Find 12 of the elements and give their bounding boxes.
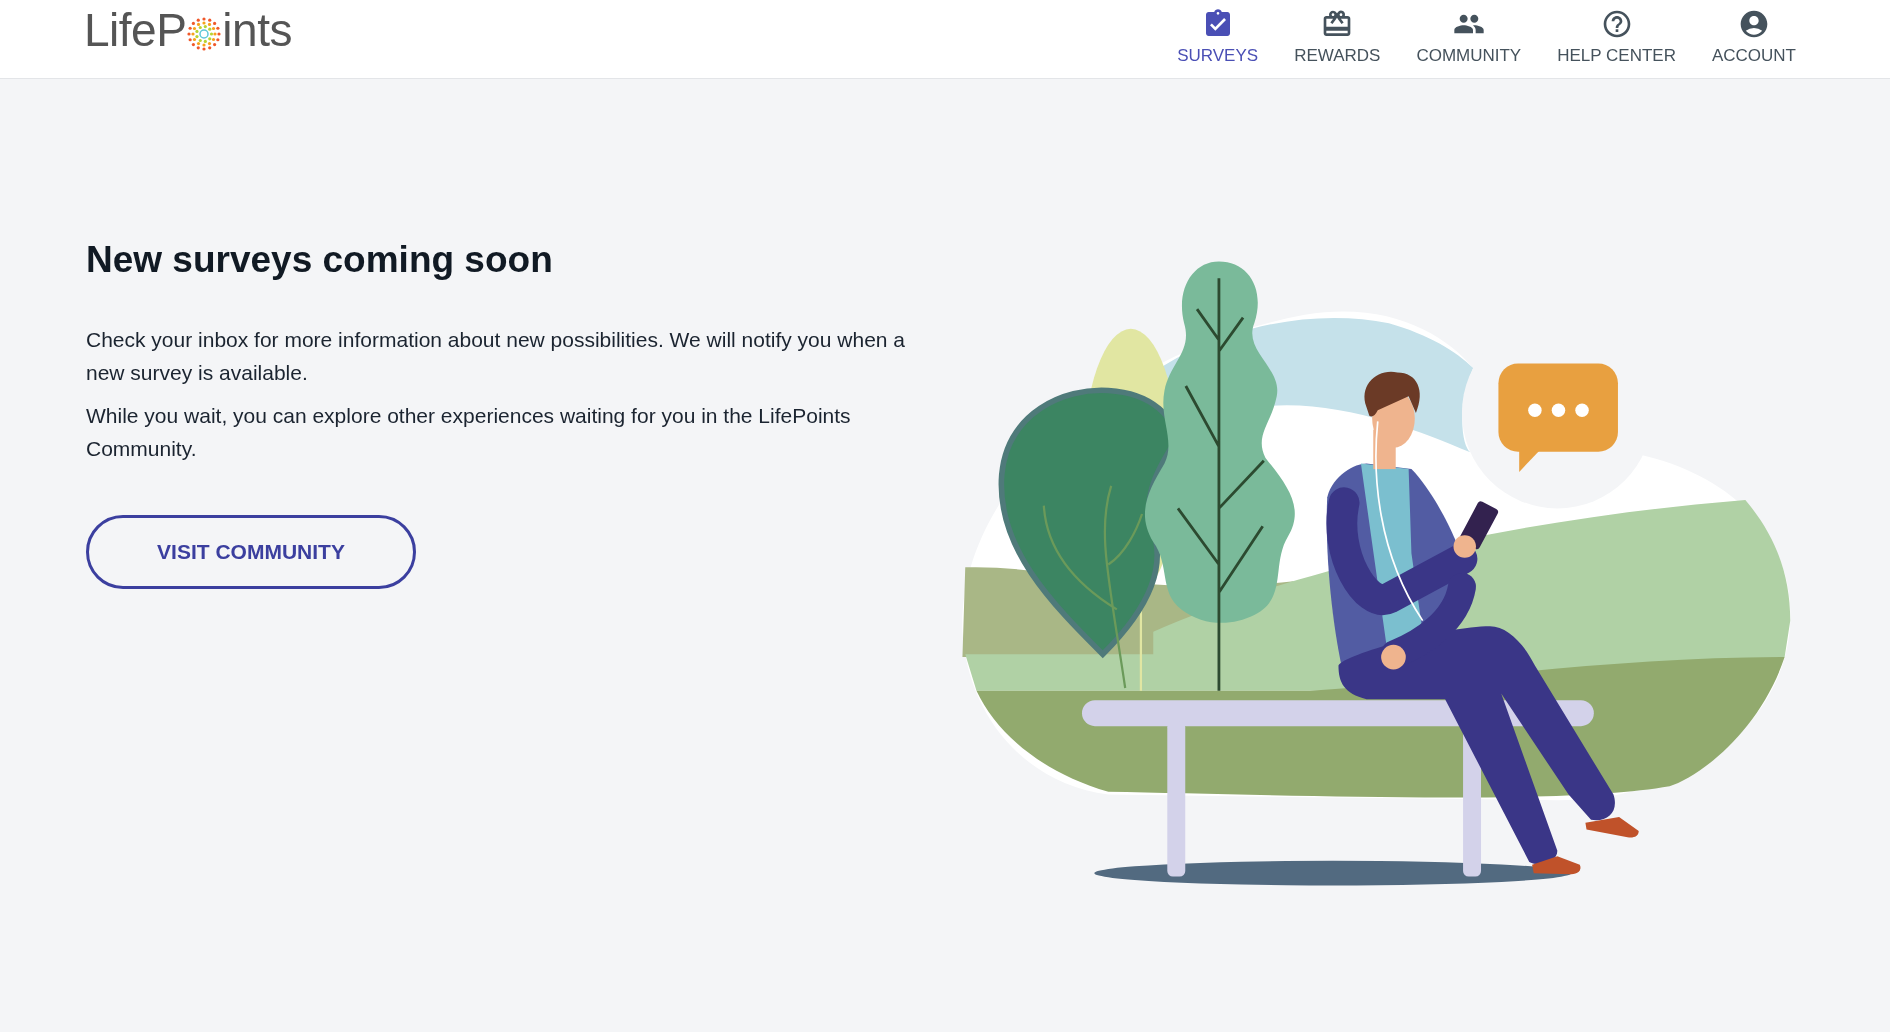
nav-tab[interactable]: REWARDS <box>1294 0 1381 78</box>
sunburst-logo-icon <box>187 17 222 51</box>
nav-tab[interactable]: COMMUNITY <box>1416 0 1522 78</box>
nav-tab[interactable]: ACCOUNT <box>1711 0 1796 78</box>
body-paragraph: While you wait, you can explore other experiences waiting for you in the LifePoints Community. <box>86 403 852 462</box>
nav-tab[interactable]: HELP CENTER <box>1557 0 1676 78</box>
logo-text: ints <box>222 3 292 57</box>
page-heading: New surveys coming soon <box>86 239 553 281</box>
body-paragraph: Check your inbox for more information about new possibilities. We will notify you when a new survey is available. <box>86 327 906 386</box>
logo-text: LifeP <box>84 3 187 57</box>
nav-tab[interactable]: SURVEYS <box>1177 0 1259 78</box>
visit-community-button[interactable]: VISIT COMMUNITY <box>86 515 416 589</box>
